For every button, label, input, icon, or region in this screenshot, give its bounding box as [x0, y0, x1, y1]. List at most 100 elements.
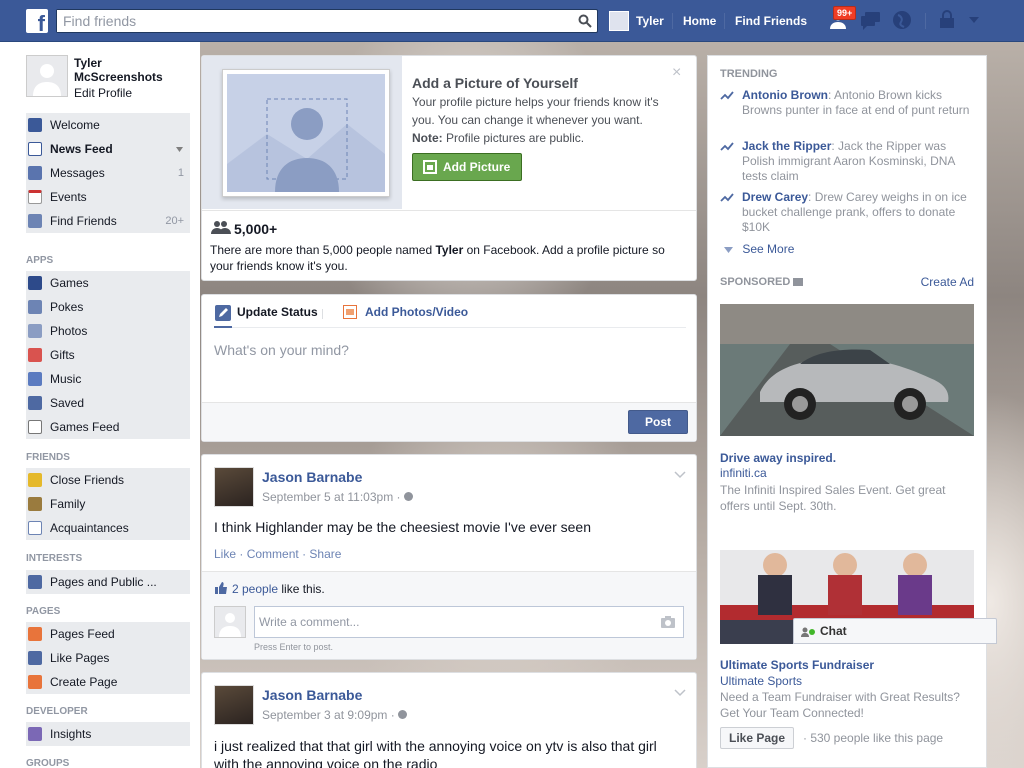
- divider: [214, 327, 686, 328]
- sidebar-item-games[interactable]: Games: [26, 271, 190, 295]
- sidebar-item-find-friends[interactable]: Find Friends 20+: [26, 209, 190, 233]
- divider: [322, 309, 323, 319]
- post-author[interactable]: Jason Barnabe: [262, 687, 362, 703]
- feed-post: Jason Barnabe September 3 at 9:09pm · i …: [201, 672, 697, 768]
- sidebar-item-family[interactable]: Family: [26, 492, 190, 516]
- trending-item[interactable]: Drew Carey: Drew Carey weighs in on ice …: [720, 190, 970, 235]
- status-input[interactable]: What's on your mind?: [214, 342, 684, 402]
- silhouette-icon: [27, 56, 67, 96]
- ad-title[interactable]: Drive away inspired.: [720, 451, 836, 465]
- sidebar-item-photos[interactable]: Photos: [26, 319, 190, 343]
- divider: [724, 13, 725, 29]
- globe-icon[interactable]: [892, 10, 912, 30]
- gamepad-icon: [28, 420, 42, 434]
- trending-title[interactable]: Drew Carey: [742, 190, 808, 204]
- trending-arrow-icon: [720, 193, 734, 202]
- see-more-link[interactable]: See More: [724, 242, 794, 256]
- sidebar-item-create-page[interactable]: Create Page: [26, 670, 190, 694]
- trending-arrow-icon: [720, 142, 734, 151]
- profile-link[interactable]: Tyler: [636, 0, 664, 42]
- friends-heading: FRIENDS: [26, 452, 70, 463]
- silhouette-icon: [227, 74, 385, 192]
- add-picture-button[interactable]: Add Picture: [412, 153, 522, 181]
- likers-link[interactable]: 2 people: [232, 582, 278, 596]
- ad-description: Need a Team Fundraiser with Great Result…: [720, 690, 960, 720]
- add-picture-card: Add a Picture of Yourself × Your profile…: [201, 55, 697, 281]
- search-icon[interactable]: [578, 14, 592, 28]
- close-icon[interactable]: ×: [672, 64, 681, 82]
- trending-item[interactable]: Antonio Brown: Antonio Brown kicks Brown…: [720, 88, 970, 118]
- edit-profile-link[interactable]: Edit Profile: [74, 86, 132, 100]
- sidebar-item-welcome[interactable]: Welcome: [26, 113, 190, 137]
- post-author[interactable]: Jason Barnabe: [262, 469, 362, 485]
- profile-name[interactable]: Tyler McScreenshots: [74, 56, 184, 84]
- trending-item[interactable]: Jack the Ripper: Jack the Ripper was Pol…: [720, 139, 970, 184]
- chevron-down-icon[interactable]: [176, 147, 183, 152]
- chat-person-icon: [801, 627, 815, 637]
- sidebar-item-messages[interactable]: Messages 1: [26, 161, 190, 185]
- camera-icon[interactable]: [661, 616, 675, 628]
- chevron-down-icon[interactable]: [674, 471, 686, 479]
- chevron-down-icon[interactable]: [674, 689, 686, 697]
- home-link[interactable]: Home: [683, 0, 716, 42]
- ad-url[interactable]: infiniti.ca: [720, 466, 767, 480]
- post-button[interactable]: Post: [628, 410, 688, 434]
- apps-heading: APPS: [26, 255, 54, 266]
- sidebar-item-music[interactable]: Music: [26, 367, 190, 391]
- ad-url[interactable]: Ultimate Sports: [720, 674, 802, 688]
- share-link[interactable]: Share: [309, 547, 341, 561]
- trending-title[interactable]: Antonio Brown: [742, 88, 828, 102]
- messages-icon[interactable]: [860, 10, 882, 30]
- divider: [672, 13, 673, 29]
- post-time: September 5 at 11:03pm ·: [262, 490, 413, 504]
- user-avatar[interactable]: [609, 11, 629, 31]
- sidebar-item-saved[interactable]: Saved: [26, 391, 190, 415]
- tab-update-status[interactable]: Update Status: [237, 305, 318, 319]
- bookmark-icon: [28, 396, 42, 410]
- sidebar-item-like-pages[interactable]: Like Pages: [26, 646, 190, 670]
- messages-icon: [28, 166, 42, 180]
- like-link[interactable]: Like: [214, 547, 236, 561]
- author-avatar[interactable]: [214, 467, 254, 507]
- comment-link[interactable]: Comment: [247, 547, 299, 561]
- sidebar-item-events[interactable]: Events: [26, 185, 190, 209]
- photo-icon: [423, 160, 437, 174]
- author-avatar[interactable]: [214, 685, 254, 725]
- find-friends-link[interactable]: Find Friends: [735, 0, 807, 42]
- comment-input[interactable]: Write a comment...: [254, 606, 684, 638]
- profile-picture-placeholder[interactable]: [26, 55, 68, 97]
- sidebar-item-acquaintances[interactable]: Acquaintances: [26, 516, 190, 540]
- sidebar-item-pages-feed[interactable]: Pages Feed: [26, 622, 190, 646]
- create-ad-link[interactable]: Create Ad: [921, 275, 974, 289]
- sidebar-item-gifts[interactable]: Gifts: [26, 343, 190, 367]
- sidebar-item-pages-public[interactable]: Pages and Public ...: [26, 570, 190, 594]
- sidebar-item-close-friends[interactable]: Close Friends: [26, 468, 190, 492]
- facebook-logo[interactable]: f: [26, 9, 48, 33]
- separator: ·: [302, 547, 307, 561]
- chevron-down-icon[interactable]: [968, 16, 980, 24]
- profile-photo-frame[interactable]: [222, 69, 390, 197]
- photos-icon: [28, 324, 42, 338]
- sidebar-item-pokes[interactable]: Pokes: [26, 295, 190, 319]
- privacy-lock-icon[interactable]: [939, 10, 957, 30]
- trending-title[interactable]: Jack the Ripper: [742, 139, 831, 153]
- separator: ·: [239, 547, 244, 561]
- sidebar-item-games-feed[interactable]: Games Feed: [26, 415, 190, 439]
- ad-title[interactable]: Ultimate Sports Fundraiser: [720, 658, 874, 672]
- gift-icon: [28, 348, 42, 362]
- chat-bar[interactable]: Chat: [793, 618, 997, 644]
- apps-nav: Games Pokes Photos Gifts Music Saved Gam…: [26, 271, 190, 439]
- like-page-button[interactable]: Like Page: [720, 727, 795, 749]
- feed-post: Jason Barnabe September 5 at 11:03pm · I…: [201, 454, 697, 660]
- search-input[interactable]: [57, 10, 567, 32]
- news-feed-icon: [28, 142, 42, 156]
- sidebar-item-news-feed[interactable]: News Feed: [26, 137, 190, 161]
- notification-badge: 99+: [833, 6, 857, 20]
- ad-image-car[interactable]: [720, 304, 974, 436]
- people-icon: [211, 221, 231, 234]
- sidebar-item-insights[interactable]: Insights: [26, 722, 190, 746]
- enter-hint: Press Enter to post.: [254, 642, 334, 652]
- tab-add-photos[interactable]: Add Photos/Video: [365, 305, 468, 319]
- thumbs-up-icon: [215, 582, 227, 594]
- house-icon: [28, 497, 42, 511]
